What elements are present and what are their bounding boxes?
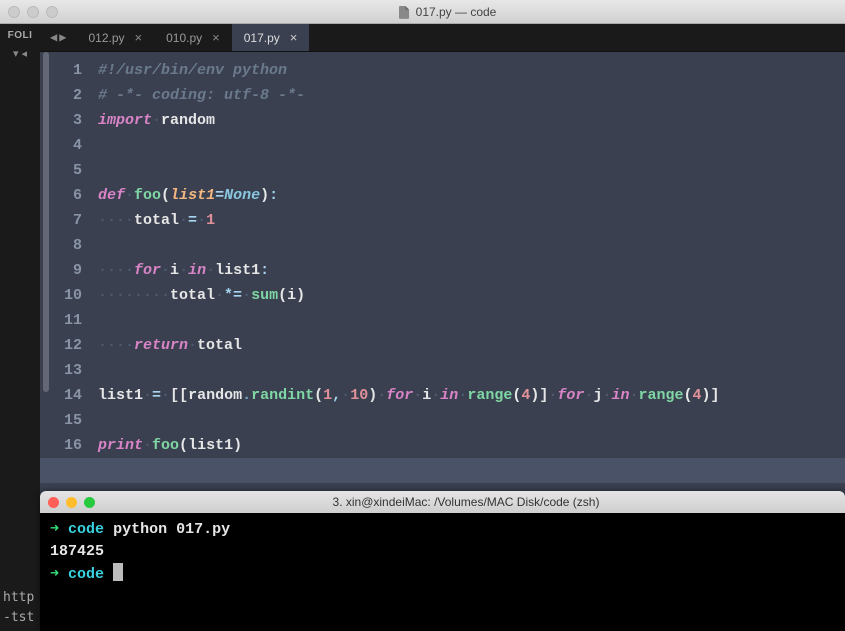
terminal-zoom-dot[interactable]: [84, 497, 95, 508]
close-dot[interactable]: [8, 6, 20, 18]
code-line[interactable]: [98, 308, 845, 333]
terminal-command: python 017.py: [104, 521, 230, 538]
code-line[interactable]: list1·=·[[random.randint(1,·10)·for·i·in…: [98, 383, 845, 408]
tab-nav-forward-icon[interactable]: ▶: [59, 30, 66, 45]
code-line[interactable]: ····total·=·1: [98, 208, 845, 233]
code-line[interactable]: [98, 158, 845, 183]
sidebar-folder-label[interactable]: FOLI: [8, 30, 33, 41]
code-line[interactable]: ····for·i·in·list1:: [98, 258, 845, 283]
code-line[interactable]: #!/usr/bin/env python: [98, 58, 845, 83]
prompt-arrow-icon: ➜: [50, 521, 68, 538]
code-line[interactable]: [40, 458, 845, 483]
tab-bar: ◀ ▶ 012.py × 010.py × 017.py ×: [40, 24, 845, 52]
code-line[interactable]: [98, 408, 845, 433]
tab-label: 010.py: [166, 31, 202, 45]
code-line[interactable]: [98, 358, 845, 383]
terminal-minimize-dot[interactable]: [66, 497, 77, 508]
terminal-output: 187425: [50, 543, 104, 560]
terminal-close-dot[interactable]: [48, 497, 59, 508]
tab-close-icon[interactable]: ×: [290, 30, 298, 45]
terminal-title: 3. xin@xindeiMac: /Volumes/MAC Disk/code…: [95, 495, 837, 509]
terminal-line: 187425: [50, 541, 835, 563]
window-traffic-lights[interactable]: [8, 6, 58, 18]
window-titlebar: 017.py — code: [0, 0, 845, 24]
prompt-cwd: code: [68, 566, 104, 583]
code-line[interactable]: ····return·total: [98, 333, 845, 358]
terminal-titlebar: 3. xin@xindeiMac: /Volumes/MAC Disk/code…: [40, 491, 845, 513]
scrollbar-thumb[interactable]: [43, 52, 49, 392]
tab-nav-back-icon[interactable]: ◀: [50, 30, 57, 45]
prompt-arrow-icon: ➜: [50, 566, 68, 583]
minimize-dot[interactable]: [27, 6, 39, 18]
editor-scrollbar[interactable]: [40, 52, 50, 507]
code-line[interactable]: def·foo(list1=None):: [98, 183, 845, 208]
code-line[interactable]: ········total·*=·sum(i): [98, 283, 845, 308]
tab-label: 017.py: [244, 31, 280, 45]
code-line[interactable]: # -*- coding: utf-8 -*-: [98, 83, 845, 108]
tab-close-icon[interactable]: ×: [135, 30, 143, 45]
window-title: 017.py — code: [58, 5, 837, 19]
tab-close-icon[interactable]: ×: [212, 30, 220, 45]
window-title-text: 017.py — code: [416, 5, 497, 19]
document-icon: [399, 6, 410, 17]
code-line[interactable]: [98, 233, 845, 258]
code-editor[interactable]: 1234567891011121314151617 #!/usr/bin/env…: [40, 52, 845, 507]
code-line[interactable]: [98, 133, 845, 158]
terminal-cursor: [113, 563, 123, 581]
terminal-traffic-lights[interactable]: [48, 497, 95, 508]
code-line[interactable]: import·random: [98, 108, 845, 133]
prompt-cwd: code: [68, 521, 104, 538]
sidebar: FOLI ▾ ◂ http -tst: [0, 24, 40, 631]
terminal-body[interactable]: ➜ code python 017.py 187425 ➜ code: [40, 513, 845, 631]
terminal-command: [104, 566, 113, 583]
terminal-line: ➜ code: [50, 563, 835, 586]
code-line[interactable]: print·foo(list1): [98, 433, 845, 458]
tab-010-py[interactable]: 010.py ×: [154, 24, 232, 51]
terminal-window[interactable]: 3. xin@xindeiMac: /Volumes/MAC Disk/code…: [40, 491, 845, 631]
sidebar-collapse-icon[interactable]: ▾ ◂: [13, 47, 27, 60]
zoom-dot[interactable]: [46, 6, 58, 18]
tab-017-py[interactable]: 017.py ×: [232, 24, 310, 51]
sidebar-bottom-overflow: http -tst: [0, 588, 40, 631]
code-area[interactable]: #!/usr/bin/env python# -*- coding: utf-8…: [92, 52, 845, 507]
tab-label: 012.py: [88, 31, 124, 45]
tab-012-py[interactable]: 012.py ×: [76, 24, 154, 51]
terminal-line: ➜ code python 017.py: [50, 519, 835, 541]
